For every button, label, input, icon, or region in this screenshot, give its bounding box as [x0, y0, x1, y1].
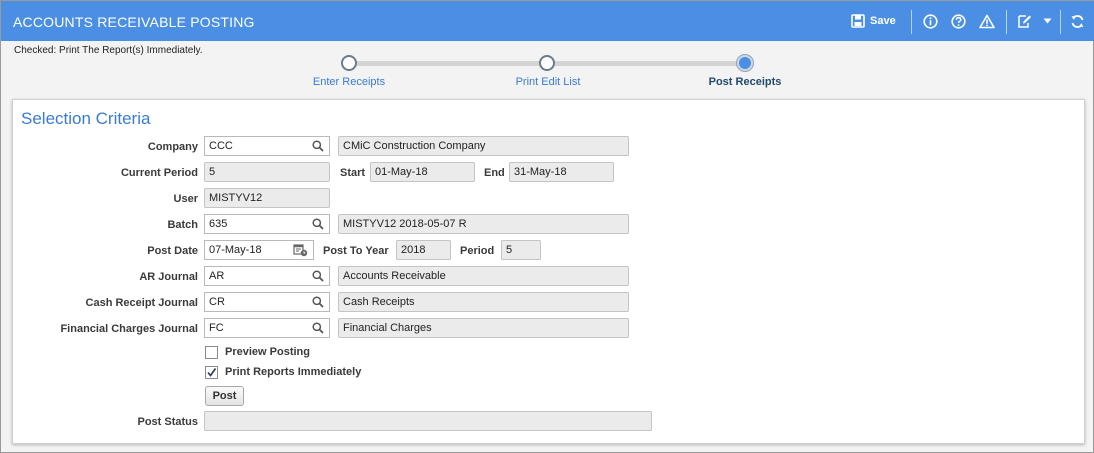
step-dot-print-edit-list[interactable] — [539, 55, 555, 71]
warning-icon — [979, 14, 995, 28]
edit-menu-dropdown[interactable] — [1041, 11, 1053, 31]
save-button[interactable]: Save — [851, 11, 896, 31]
post-status-label: Post Status — [137, 416, 198, 428]
company-description: CMiC Construction Company — [338, 136, 629, 156]
ar-journal-description: Accounts Receivable — [338, 266, 629, 286]
post-to-year-field: 2018 — [396, 240, 451, 260]
help-icon — [950, 13, 966, 29]
refresh-button[interactable] — [1068, 11, 1086, 31]
toolbar-divider — [1006, 10, 1007, 34]
user-label: User — [173, 193, 198, 205]
preview-posting-label[interactable]: Preview Posting — [225, 346, 310, 358]
current-period-label: Current Period — [120, 167, 198, 179]
post-button[interactable]: Post — [205, 386, 244, 406]
start-label: Start — [340, 167, 366, 179]
help-button[interactable] — [949, 11, 967, 31]
chevron-down-icon — [1043, 18, 1051, 24]
ar-journal-lookup-button[interactable] — [309, 267, 327, 285]
print-reports-checkbox[interactable] — [205, 366, 218, 379]
info-icon — [922, 13, 938, 29]
financial-charges-journal-lookup-button[interactable] — [309, 319, 327, 337]
info-button[interactable] — [921, 11, 939, 31]
preview-posting-checkbox[interactable] — [205, 346, 218, 359]
toolbar-divider — [911, 10, 912, 34]
company-lookup-button[interactable] — [309, 137, 327, 155]
batch-label: Batch — [167, 219, 198, 231]
title-bar: ACCOUNTS RECEIVABLE POSTING Save — [1, 1, 1094, 41]
edit-icon — [1017, 14, 1031, 28]
financial-charges-journal-label: Financial Charges Journal — [60, 323, 198, 335]
step-label-post-receipts: Post Receipts — [708, 76, 782, 88]
financial-charges-journal-description: Financial Charges — [338, 318, 629, 338]
start-date-field: 01-May-18 — [370, 162, 475, 182]
status-message: Checked: Print The Report(s) Immediately… — [14, 45, 203, 56]
period-field: 5 — [501, 240, 541, 260]
section-title: Selection Criteria — [21, 109, 151, 128]
search-icon — [312, 270, 324, 282]
post-date-label: Post Date — [147, 245, 198, 257]
cash-receipt-journal-lookup-button[interactable] — [309, 293, 327, 311]
search-icon — [312, 296, 324, 308]
post-date-picker-button[interactable] — [291, 241, 309, 259]
search-icon — [312, 140, 324, 152]
edit-button[interactable] — [1016, 11, 1032, 31]
ar-journal-label: AR Journal — [139, 271, 198, 283]
step-label-print-edit-list[interactable]: Print Edit List — [488, 76, 608, 88]
step-dot-post-receipts[interactable] — [737, 55, 753, 71]
cash-receipt-journal-label: Cash Receipt Journal — [85, 297, 198, 309]
end-date-field: 31-May-18 — [509, 162, 614, 182]
cash-receipt-journal-description: Cash Receipts — [338, 292, 629, 312]
step-label-enter-receipts[interactable]: Enter Receipts — [289, 76, 409, 88]
current-period-field: 5 — [204, 162, 330, 182]
save-icon — [851, 14, 865, 28]
refresh-icon — [1071, 14, 1083, 28]
batch-lookup-button[interactable] — [309, 215, 327, 233]
search-icon — [312, 218, 324, 230]
toolbar-divider — [1060, 10, 1061, 34]
print-reports-label[interactable]: Print Reports Immediately — [225, 366, 361, 378]
calendar-icon — [292, 244, 307, 257]
warning-button[interactable] — [978, 11, 996, 31]
page-title: ACCOUNTS RECEIVABLE POSTING — [13, 14, 255, 30]
checkmark-icon — [207, 368, 217, 377]
user-field: MISTYV12 — [204, 188, 330, 208]
search-icon — [312, 322, 324, 334]
period-label: Period — [460, 245, 495, 257]
batch-description: MISTYV12 2018-05-07 R — [338, 214, 629, 234]
step-dot-enter-receipts[interactable] — [341, 55, 357, 71]
post-status-field — [204, 411, 652, 431]
save-label: Save — [870, 15, 896, 27]
post-to-year-label: Post To Year — [323, 245, 389, 257]
app-window: ACCOUNTS RECEIVABLE POSTING Save Checked… — [0, 0, 1094, 453]
end-label: End — [484, 167, 505, 179]
company-label: Company — [147, 141, 198, 153]
